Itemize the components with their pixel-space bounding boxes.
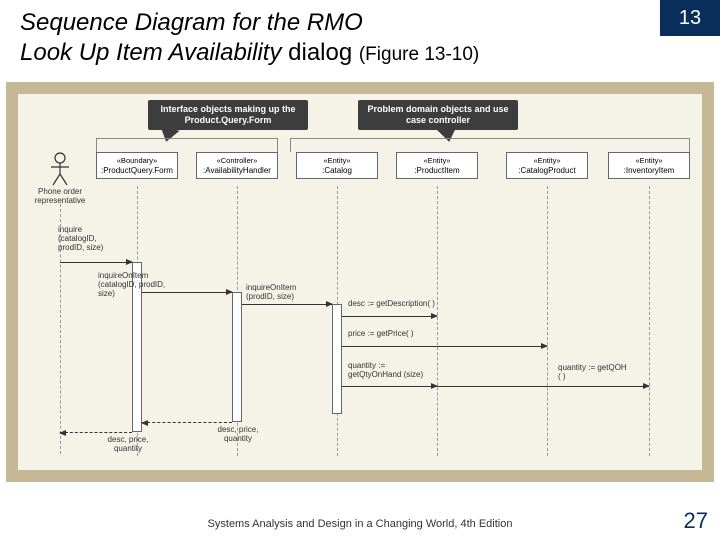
actor-label: Phone order representative	[34, 188, 86, 206]
title-figure-ref: (Figure 13-10)	[359, 44, 479, 65]
footer-text: Systems Analysis and Design in a Changin…	[0, 518, 720, 530]
lifeline-productitem	[437, 186, 438, 456]
bracket-domain	[290, 138, 690, 152]
lifeline-inventoryitem	[649, 186, 650, 456]
arrow-inquire-on-item-2	[242, 304, 332, 305]
msg-return-2: desc, price, quantity	[208, 426, 268, 444]
slide-title: Sequence Diagram for the RMO Look Up Ite…	[20, 8, 600, 68]
bracket-interface	[96, 138, 278, 152]
title-line2b: dialog	[281, 39, 358, 66]
obj-product-query-form: «Boundary»:ProductQuery.Form	[96, 152, 178, 179]
return-arrow-1	[60, 432, 132, 433]
msg-return-1: desc, price, quantity	[98, 436, 158, 454]
activation-catalog	[332, 304, 342, 414]
obj-inventory-item: «Entity»:InventoryItem	[608, 152, 690, 179]
msg-inquire-on-item-2: inquireOnItem (prodID, size)	[246, 284, 320, 302]
msg-inquire-on-item-1: inquireOnItem (catalogID, prodID, size)	[98, 272, 168, 298]
activation-handler	[232, 292, 242, 422]
lifeline-catalogproduct	[547, 186, 548, 456]
callout-domain-objects: Problem domain objects and use case cont…	[358, 100, 518, 130]
title-line1: Sequence Diagram for the RMO	[20, 9, 363, 36]
return-arrow-2	[142, 422, 232, 423]
obj-catalog-product: «Entity»:CatalogProduct	[506, 152, 588, 179]
callout-interface-objects: Interface objects making up the Product.…	[148, 100, 308, 130]
arrow-get-description	[342, 316, 437, 317]
obj-availability-handler: «Controller»:AvailabilityHandler	[196, 152, 278, 179]
msg-get-qoh: quantity := getQOH ( )	[558, 364, 628, 382]
actor-icon	[48, 152, 72, 186]
actor-phone-rep: Phone order representative	[34, 152, 86, 206]
msg-get-price: price := getPrice( )	[348, 330, 438, 339]
arrow-inquire	[60, 262, 132, 263]
msg-inquire: inquire (catalogID, prodID, size)	[58, 226, 116, 252]
obj-product-item: «Entity»:ProductItem	[396, 152, 478, 179]
arrow-get-price	[342, 346, 547, 347]
title-line2a: Look Up Item Availability	[20, 39, 281, 66]
chapter-badge: 13	[660, 0, 720, 36]
arrow-get-qoh	[437, 386, 649, 387]
msg-get-qty-on-hand: quantity := getQtyOnHand (size)	[348, 362, 424, 380]
diagram-frame: Interface objects making up the Product.…	[6, 82, 714, 482]
obj-catalog: «Entity»:Catalog	[296, 152, 378, 179]
arrow-get-qty-on-hand	[342, 386, 437, 387]
msg-get-description: desc := getDescription( )	[348, 300, 448, 309]
page-number: 27	[684, 508, 708, 534]
sequence-diagram: Interface objects making up the Product.…	[18, 94, 702, 470]
